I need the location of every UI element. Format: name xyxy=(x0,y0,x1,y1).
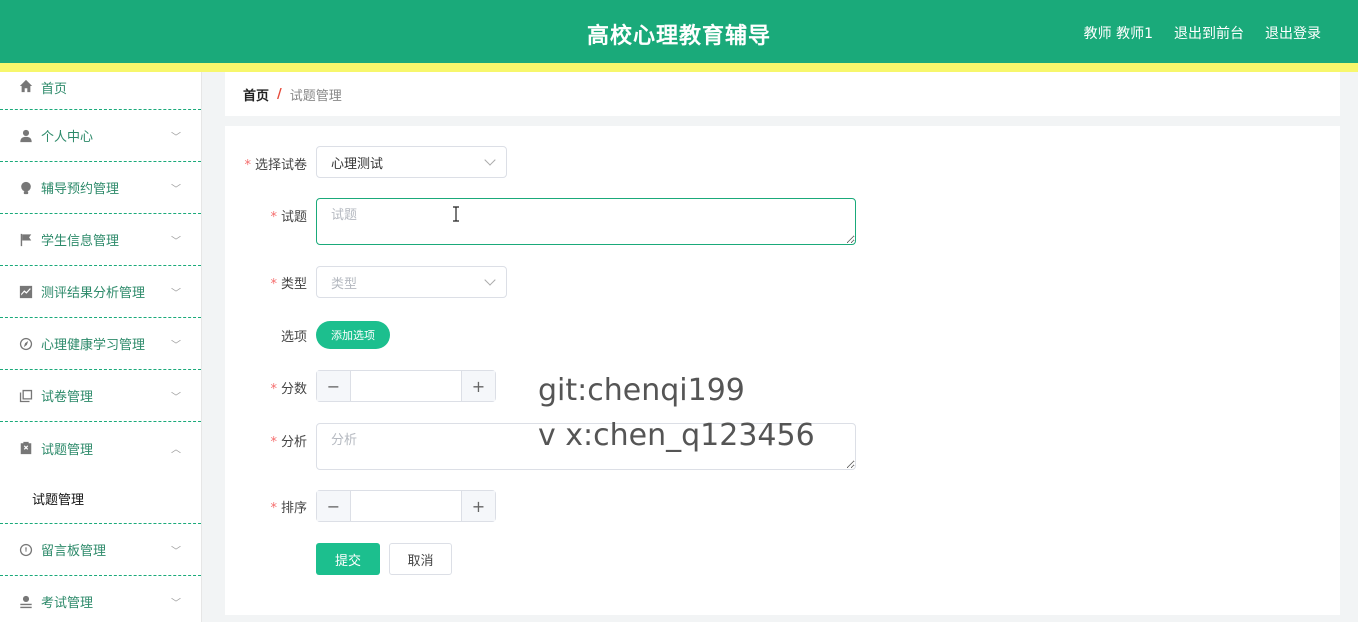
bulb-icon xyxy=(18,180,33,195)
score-label: * 分数 xyxy=(270,382,307,397)
order-label: * 排序 xyxy=(270,501,307,516)
required-mark: * xyxy=(244,158,251,173)
breadcrumb-home[interactable]: 首页 xyxy=(243,85,269,104)
sidebar-item-appointment[interactable]: 辅导预约管理 ﹀ xyxy=(0,162,201,214)
sidebar-item-label: 考试管理 xyxy=(41,596,94,611)
sidebar-item-label: 个人中心 xyxy=(41,130,94,145)
copy-icon xyxy=(18,388,33,403)
order-stepper: − + xyxy=(316,490,496,522)
score-decrement-button[interactable]: − xyxy=(317,371,351,401)
sidebar-item-question-management[interactable]: 试题管理 ︿ xyxy=(0,422,201,474)
options-label: 选项 xyxy=(280,330,307,345)
chevron-down-icon: ﹀ xyxy=(171,288,181,299)
sidebar-item-personal-center[interactable]: 个人中心 ﹀ xyxy=(0,110,201,162)
analysis-label: * 分析 xyxy=(270,435,307,450)
sidebar-item-label: 辅导预约管理 xyxy=(41,182,120,197)
paper-label: * 选择试卷 xyxy=(244,158,307,173)
sidebar-subitem-question-management[interactable]: 试题管理 xyxy=(0,474,201,524)
sidebar-item-mental-health-study[interactable]: 心理健康学习管理 ﹀ xyxy=(0,318,201,370)
gauge-icon xyxy=(18,542,33,557)
breadcrumb-current: 试题管理 xyxy=(289,88,342,104)
order-decrement-button[interactable]: − xyxy=(317,491,351,521)
sidebar: 首页 个人中心 ﹀ 辅导预约管理 ﹀ 学生信息管理 ﹀ 测评结果分析管理 ﹀ 心… xyxy=(0,72,202,622)
sidebar-item-paper-management[interactable]: 试卷管理 ﹀ xyxy=(0,370,201,422)
sidebar-item-student-info[interactable]: 学生信息管理 ﹀ xyxy=(0,214,201,266)
breadcrumb: 首页 / 试题管理 xyxy=(225,72,1340,116)
add-option-button[interactable]: 添加选项 xyxy=(316,321,390,349)
sidebar-item-home[interactable]: 首页 xyxy=(0,72,201,110)
user-plain-icon xyxy=(18,594,33,609)
required-mark: * xyxy=(270,210,277,225)
submit-button[interactable]: 提交 xyxy=(316,543,380,575)
cancel-button[interactable]: 取消 xyxy=(389,543,452,575)
text-cursor-icon xyxy=(453,206,459,222)
sidebar-item-label: 首页 xyxy=(41,82,68,97)
sidebar-item-evaluation[interactable]: 测评结果分析管理 ﹀ xyxy=(0,266,201,318)
chevron-down-icon: ﹀ xyxy=(171,340,181,351)
score-input[interactable] xyxy=(351,371,461,401)
logout-link[interactable]: 退出登录 xyxy=(1265,23,1321,43)
chart-icon xyxy=(18,284,33,299)
chevron-down-icon: ﹀ xyxy=(171,598,181,609)
header-stripe xyxy=(0,63,1358,72)
chevron-down-icon: ﹀ xyxy=(171,132,181,143)
header-links: 教师 教师1 退出到前台 退出登录 xyxy=(1084,23,1321,43)
breadcrumb-separator: / xyxy=(277,86,282,102)
type-select-placeholder: 类型 xyxy=(331,276,358,292)
clipboard-icon xyxy=(18,441,33,456)
sidebar-item-label: 测评结果分析管理 xyxy=(41,286,146,301)
sidebar-item-label: 心理健康学习管理 xyxy=(41,338,146,353)
type-label: * 类型 xyxy=(270,277,307,292)
home-icon xyxy=(18,78,33,93)
sidebar-item-label: 学生信息管理 xyxy=(41,234,120,249)
compass-icon xyxy=(18,336,33,351)
sidebar-item-label: 试题管理 xyxy=(41,442,94,458)
chevron-down-icon: ﹀ xyxy=(171,546,181,557)
required-mark: * xyxy=(270,277,277,292)
sidebar-item-exam-management[interactable]: 考试管理 ﹀ xyxy=(0,576,201,622)
required-mark: * xyxy=(270,501,277,516)
top-header: 高校心理教育辅导 教师 教师1 退出到前台 退出登录 xyxy=(0,0,1358,63)
back-to-frontend-link[interactable]: 退出到前台 xyxy=(1174,23,1244,43)
required-mark: * xyxy=(270,382,277,397)
type-select[interactable]: 类型 xyxy=(316,266,507,298)
question-textarea[interactable] xyxy=(316,198,856,245)
chevron-down-icon xyxy=(484,154,496,166)
question-label: * 试题 xyxy=(270,210,307,225)
question-form: *选择试卷 心理测试 *试题 *类型 类型 选项 添加选项 *分数 − + *分… xyxy=(225,126,1340,615)
sidebar-item-label: 留言板管理 xyxy=(41,544,107,559)
score-stepper: − + xyxy=(316,370,496,402)
sidebar-item-message-board[interactable]: 留言板管理 ﹀ xyxy=(0,524,201,576)
order-input[interactable] xyxy=(351,491,461,521)
required-mark: * xyxy=(270,435,277,450)
flag-icon xyxy=(18,232,33,247)
chevron-down-icon: ﹀ xyxy=(171,184,181,195)
chevron-up-icon: ︿ xyxy=(171,444,181,456)
current-user: 教师 教师1 xyxy=(1083,26,1153,42)
chevron-down-icon xyxy=(484,274,496,286)
paper-select[interactable]: 心理测试 xyxy=(316,146,507,178)
chevron-down-icon: ﹀ xyxy=(171,392,181,403)
chevron-down-icon: ﹀ xyxy=(171,236,181,247)
analysis-textarea[interactable] xyxy=(316,423,856,470)
paper-select-value: 心理测试 xyxy=(331,156,384,172)
user-icon xyxy=(18,128,33,143)
sidebar-item-label: 试卷管理 xyxy=(41,390,94,405)
order-increment-button[interactable]: + xyxy=(461,491,495,521)
score-increment-button[interactable]: + xyxy=(461,371,495,401)
